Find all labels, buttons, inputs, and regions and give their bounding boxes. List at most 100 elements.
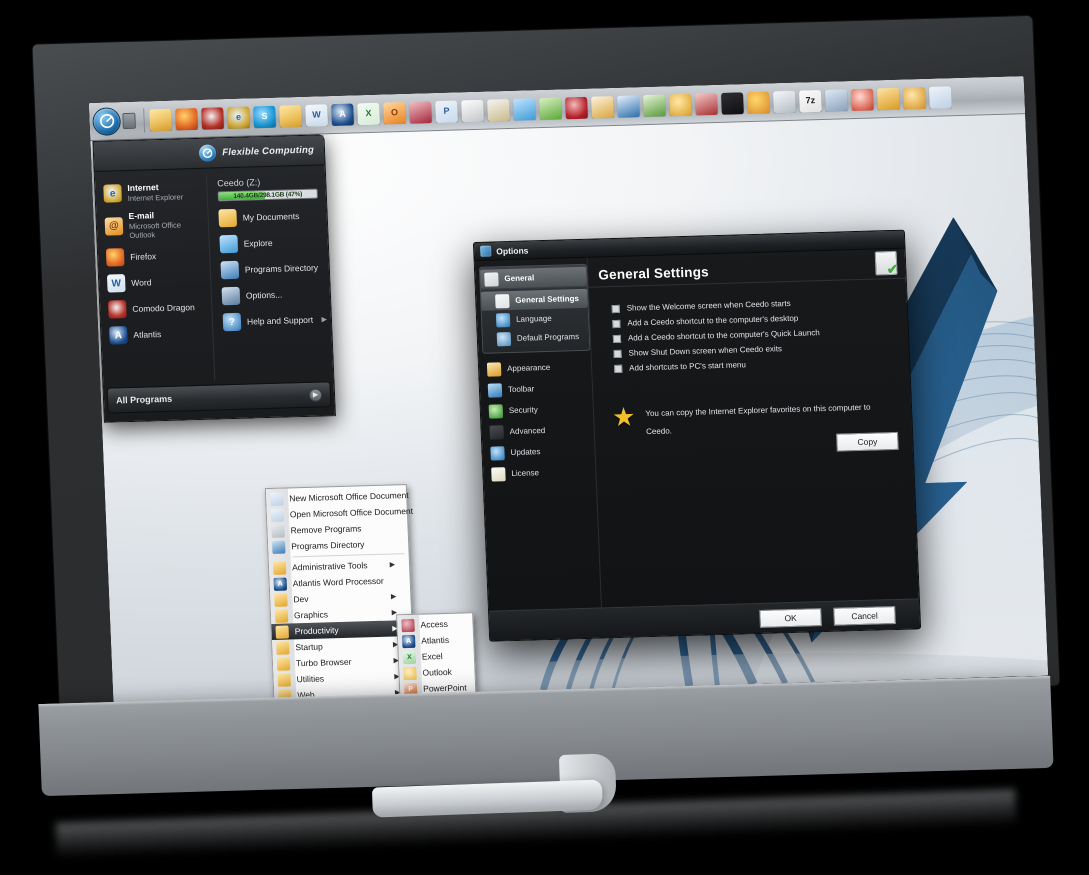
productivity-submenu[interactable]: AccessAAtlantisXExcelOutlookPPowerPointP…: [396, 612, 480, 703]
start-menu-place-item[interactable]: Explore: [215, 228, 328, 257]
copy-button[interactable]: Copy: [836, 431, 899, 452]
folder-icon: [276, 656, 291, 671]
copy-button-wrap: Copy: [646, 431, 899, 457]
windows-live-icon[interactable]: [902, 86, 926, 110]
seven-zip-icon[interactable]: 7z: [798, 89, 822, 113]
image-viewer-icon[interactable]: [539, 96, 562, 120]
microsoft-word-icon: W: [106, 274, 126, 293]
options-nav-item-license[interactable]: License: [487, 461, 596, 485]
firefox-icon: [105, 248, 125, 267]
microsoft-publisher-icon[interactable]: P: [435, 99, 458, 123]
settings-checkbox-label: Show the Welcome screen when Ceedo start…: [626, 298, 791, 313]
start-menu-pinned-item[interactable]: W Word: [103, 268, 211, 297]
settings-checkbox-label: Show Shut Down screen when Ceedo exits: [628, 344, 783, 358]
checkbox-icon[interactable]: [613, 349, 622, 358]
all-programs-menu[interactable]: New Microsoft Office Document Open Micros…: [264, 484, 419, 703]
folder-icon: [275, 625, 289, 639]
chevron-right-icon: ▶: [321, 316, 328, 324]
checkbox-icon[interactable]: [614, 364, 623, 373]
start-menu-places-list[interactable]: Ceedo (Z:) 140.4GB/298.1GB (47%) My Docu…: [207, 171, 333, 380]
folder-icon[interactable]: [279, 104, 303, 128]
options-nav-general-children[interactable]: General Settings Language Default Programs: [480, 285, 590, 351]
comodo-dragon-icon[interactable]: [201, 106, 225, 130]
office-picture-manager-icon[interactable]: [928, 85, 952, 109]
start-menu-pinned-item[interactable]: Comodo Dragon: [104, 294, 212, 323]
folder-icon: [277, 672, 291, 687]
scanner-icon[interactable]: [772, 90, 796, 113]
desktop-screen: e S W A X O P 7z Flexible Computing e In…: [88, 76, 1049, 703]
microsoft-excel-icon[interactable]: X: [357, 102, 380, 125]
photo-editor-icon[interactable]: [694, 92, 718, 116]
checkbox-icon[interactable]: [611, 304, 620, 313]
games-icon[interactable]: [746, 90, 770, 114]
palette-icon[interactable]: [668, 93, 692, 116]
menu-item-label: Open Microsoft Office Document: [289, 505, 414, 520]
options-dialog[interactable]: Options General General Settings Language…: [472, 229, 922, 642]
atlantis-word-processor-icon[interactable]: A: [331, 102, 354, 126]
chevron-right-icon[interactable]: ▶: [308, 387, 323, 402]
settings-applied-icon: ✔: [874, 250, 899, 277]
firefox-icon[interactable]: [175, 107, 199, 131]
microsoft-outlook-icon[interactable]: O: [383, 101, 406, 125]
options-main-panel: General Settings ✔ Show the Welcome scre…: [586, 248, 919, 610]
general-settings-checkbox-list[interactable]: Show the Welcome screen when Ceedo start…: [589, 279, 910, 377]
microsoft-word-icon[interactable]: W: [305, 103, 329, 127]
pen-tool-icon[interactable]: [487, 98, 510, 122]
picture-frame-icon[interactable]: [617, 94, 640, 118]
my-briefcase-icon[interactable]: [149, 108, 173, 131]
options-nav[interactable]: General General Settings Language Default …: [475, 258, 601, 613]
menu-item-label: Graphics: [293, 609, 329, 621]
start-menu-pinned-item[interactable]: Firefox: [102, 242, 210, 271]
ie-favorites-copy-right: You can copy the Internet Explorer favor…: [645, 396, 913, 458]
options-nav-general-group[interactable]: General General Settings Language Default …: [478, 263, 591, 354]
photo-gallery-icon[interactable]: [642, 93, 666, 117]
notepad-icon[interactable]: [513, 97, 536, 121]
skype-icon[interactable]: S: [253, 105, 277, 128]
start-menu-place-items[interactable]: My Documents Explore Programs Directory Opt…: [214, 202, 331, 335]
toolbar-icon: [487, 382, 503, 398]
start-menu-pinned-item[interactable]: @ E-mail Microsoft Office Outlook: [100, 205, 208, 245]
adobe-reader-icon[interactable]: [565, 96, 588, 119]
options-nav-item-label: Updates: [510, 447, 541, 458]
start-menu-place-item[interactable]: ? Help and Support ▶: [218, 306, 331, 335]
options-nav-item-label: Advanced: [509, 426, 546, 437]
programs-directory-icon: [220, 260, 240, 280]
game-cards-icon[interactable]: [720, 91, 744, 115]
toolbar-handle-icon[interactable]: [122, 112, 136, 129]
all-programs-menu-items[interactable]: New Microsoft Office Document Open Micros…: [266, 487, 417, 703]
options-gear-icon: [221, 286, 241, 306]
ok-button[interactable]: OK: [759, 607, 822, 628]
start-menu-pinned-label: Internet Internet Explorer: [127, 182, 184, 203]
mailbox-icon[interactable]: [461, 99, 484, 122]
zip-express-icon[interactable]: [824, 88, 848, 112]
checkbox-icon[interactable]: [612, 334, 622, 343]
start-menu-place-item[interactable]: Programs Directory: [216, 254, 329, 283]
start-menu-pinned-item[interactable]: A Atlantis: [105, 320, 213, 349]
internet-explorer-icon[interactable]: e: [227, 105, 251, 129]
ceedo-start-menu[interactable]: Flexible Computing e Internet Internet Exp…: [92, 134, 336, 423]
options-body: General General Settings Language Default …: [475, 248, 919, 613]
all-programs-button[interactable]: All Programs ▶: [106, 381, 332, 414]
menu-item-label: New Microsoft Office Document: [289, 490, 409, 504]
start-menu-pinned-list[interactable]: e Internet Internet Explorer @ E-mail Microso…: [94, 174, 216, 384]
start-menu-pinned-label: Atlantis: [133, 329, 162, 340]
drive-usage-widget: Ceedo (Z:) 140.4GB/298.1GB (47%): [213, 173, 326, 205]
start-menu-place-item[interactable]: Options...: [217, 280, 330, 309]
options-nav-item-label: License: [511, 468, 540, 479]
ceedo-logo-icon[interactable]: [93, 107, 121, 135]
productivity-submenu-items[interactable]: AccessAAtlantisXExcelOutlookPPowerPointP…: [397, 615, 478, 703]
turbo-browser-icon[interactable]: [876, 87, 900, 110]
checkbox-icon[interactable]: [612, 319, 621, 328]
options-nav-sections[interactable]: Appearance Toolbar Security Advanced Updates…: [483, 355, 596, 485]
paint-net-icon[interactable]: [591, 95, 614, 119]
options-nav-item-default-programs[interactable]: Default Programs: [483, 327, 590, 349]
microsoft-access-icon: [401, 618, 415, 632]
cancel-button[interactable]: Cancel: [833, 605, 896, 626]
all-programs-menu-item[interactable]: Programs Directory: [268, 535, 409, 555]
microsoft-access-icon[interactable]: [409, 100, 432, 124]
settings-checkbox-label: Add shortcuts to PC's start menu: [629, 360, 747, 373]
start-menu-pinned-item[interactable]: e Internet Internet Explorer: [99, 177, 207, 208]
start-menu-place-item[interactable]: My Documents: [214, 202, 327, 231]
videolightbox-icon[interactable]: [850, 87, 874, 111]
all-programs-label: All Programs: [115, 393, 173, 406]
